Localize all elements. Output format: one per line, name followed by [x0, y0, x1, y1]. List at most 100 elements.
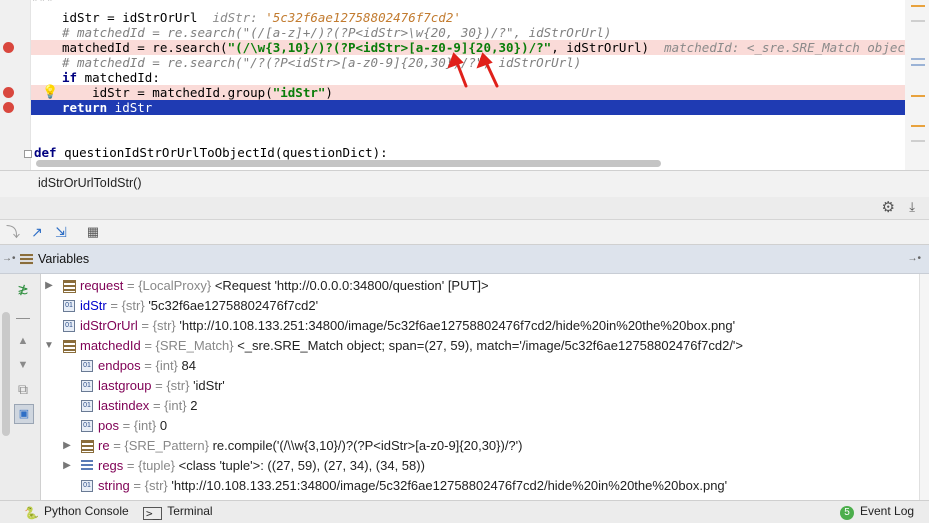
- code-line-return-current[interactable]: return idStr: [31, 100, 921, 115]
- code-editor[interactable]: """ idStr = idStrOrUrl idStr: '5c32f6ae1…: [0, 0, 929, 170]
- stripe-marker[interactable]: [911, 140, 925, 142]
- breadcrumb-function[interactable]: idStrOrUrlToIdStr(): [38, 176, 141, 190]
- code-line-comment-2[interactable]: # matchedId = re.search("/?(?P<idStr>[a-…: [31, 55, 911, 70]
- primitive-icon: 01: [81, 360, 93, 372]
- breakpoint-icon[interactable]: [3, 87, 14, 98]
- variable-value: 84: [181, 358, 196, 373]
- fold-marker-icon[interactable]: [24, 150, 32, 158]
- variable-type: = {int}: [144, 358, 178, 373]
- move-up-icon[interactable]: ▲: [14, 332, 32, 350]
- add-watch-icon[interactable]: ≵: [14, 280, 32, 298]
- code-line-search-breakpoint[interactable]: matchedId = re.search("(/\w{3,10}/)?(?P<…: [31, 40, 929, 55]
- variable-value: 'http://10.108.133.251:34800/image/5c32f…: [179, 318, 736, 333]
- python-icon: 🐍: [24, 506, 39, 520]
- variable-name: endpos: [98, 358, 141, 373]
- code-text-b: , idStrOrUrl): [551, 40, 650, 55]
- variable-type: = {str}: [133, 478, 168, 493]
- editor-error-stripe[interactable]: [905, 0, 929, 170]
- remove-watch-icon[interactable]: —: [14, 308, 32, 326]
- breakpoint-icon[interactable]: [3, 102, 14, 113]
- variable-entry: endpos = {int} 84: [98, 356, 196, 376]
- comment-text: # matchedId = re.search("/?(?P<idStr>[a-…: [62, 55, 582, 70]
- variable-type: = {SRE_Match}: [144, 338, 234, 353]
- event-log-label: Event Log: [860, 504, 915, 518]
- stripe-marker[interactable]: [911, 58, 925, 60]
- code-text-a: matchedId = re.search(: [62, 40, 228, 55]
- code-text-a: idStr = matchedId.group(: [62, 85, 273, 100]
- lightbulb-icon[interactable]: 💡: [42, 84, 58, 100]
- python-console-tab[interactable]: 🐍 Python Console: [24, 504, 129, 520]
- object-icon: [63, 280, 76, 293]
- variable-value: <class 'tuple'>: ((27, 59), (27, 34), (3…: [178, 458, 425, 473]
- variable-name: matchedId: [80, 338, 141, 353]
- variable-type: = {SRE_Pattern}: [113, 438, 209, 453]
- primitive-icon: 01: [81, 420, 93, 432]
- variable-value: <_sre.SRE_Match object; span=(27, 59), m…: [237, 338, 744, 353]
- variable-entry: string = {str} 'http://10.108.133.251:34…: [98, 476, 727, 496]
- inline-var-value: '5c32f6ae12758802476f7cd2': [265, 10, 461, 25]
- code-line-group-breakpoint[interactable]: idStr = matchedId.group("idStr"): [31, 85, 911, 100]
- primitive-icon: 01: [81, 480, 93, 492]
- event-count-badge: 5: [840, 506, 854, 520]
- step-into-icon[interactable]: ↗: [28, 223, 46, 241]
- code-line-if[interactable]: if matchedId:: [31, 70, 911, 85]
- debug-stepping-toolbar: ⤵ ↗ ⇲ ▦: [0, 220, 929, 245]
- variable-name: string: [98, 478, 130, 493]
- stripe-marker[interactable]: [911, 125, 925, 127]
- code-line-comment-1[interactable]: # matchedId = re.search("(/[a-z]+/)?(?P<…: [31, 25, 911, 40]
- step-over-icon[interactable]: ⤵: [4, 223, 22, 241]
- primitive-icon: 01: [63, 300, 75, 312]
- show-watches-icon[interactable]: ▣: [14, 404, 34, 424]
- variable-type: = {str}: [155, 378, 190, 393]
- variable-name: request: [80, 278, 124, 293]
- code-line-def[interactable]: def questionIdStrOrUrlToObjectId(questio…: [31, 145, 911, 160]
- variables-right-scrollbar[interactable]: [919, 274, 929, 500]
- inline-var-name: idStr:: [212, 10, 258, 25]
- variable-type: = {int}: [122, 418, 157, 433]
- editor-horizontal-scrollbar[interactable]: [36, 160, 661, 167]
- code-text: idStr: [107, 100, 153, 115]
- expand-arrow-icon[interactable]: ▶: [43, 276, 55, 296]
- code-line-assign-idstr[interactable]: idStr = idStrOrUrl idStr: '5c32f6ae12758…: [31, 10, 911, 25]
- variable-value: re.compile('(/\\w{3,10}/)?(?P<idStr>[a-z…: [212, 438, 523, 453]
- pin-left-icon[interactable]: →•: [2, 253, 16, 264]
- variable-value: 2: [190, 398, 198, 413]
- hide-panel-icon[interactable]: ⤓: [909, 199, 915, 215]
- variable-entry: pos = {int} 0: [98, 416, 167, 436]
- variable-value: 'idStr': [193, 378, 225, 393]
- editor-gutter[interactable]: [0, 0, 30, 170]
- stripe-marker[interactable]: [911, 5, 925, 7]
- variable-type: = {str}: [141, 318, 176, 333]
- code-text: questionIdStrOrUrlToObjectId(questionDic…: [56, 145, 388, 160]
- step-into-my-code-icon[interactable]: ⇲: [52, 223, 70, 241]
- pin-right-icon[interactable]: →•: [907, 253, 921, 264]
- breakpoint-icon[interactable]: [3, 42, 14, 53]
- copy-icon[interactable]: ⧉: [14, 380, 32, 398]
- code-line-docstring[interactable]: """: [31, 0, 911, 9]
- variable-name: idStrOrUrl: [80, 318, 138, 333]
- expand-arrow-icon[interactable]: ▶: [61, 436, 73, 456]
- object-icon: [81, 440, 94, 453]
- stripe-marker[interactable]: [911, 20, 925, 22]
- variable-value: 0: [159, 418, 168, 433]
- variables-left-scrollbar[interactable]: [2, 312, 10, 436]
- move-down-icon[interactable]: ▼: [14, 356, 32, 374]
- variable-name: idStr: [80, 298, 107, 313]
- stripe-marker[interactable]: [911, 64, 925, 66]
- variables-title: Variables: [38, 252, 90, 266]
- gear-icon[interactable]: ⚙: [882, 198, 895, 216]
- collapse-arrow-icon[interactable]: ▼: [43, 336, 55, 356]
- event-log-tab[interactable]: 5 Event Log: [840, 504, 914, 520]
- evaluate-expression-icon[interactable]: ▦: [84, 223, 102, 241]
- expand-arrow-icon[interactable]: ▶: [61, 456, 73, 476]
- tuple-icon: [81, 460, 93, 472]
- terminal-tab[interactable]: >_ Terminal: [143, 504, 213, 520]
- variables-tree[interactable]: ▶ request = {LocalProxy} <Request 'http:/…: [41, 274, 919, 500]
- keyword-return: return: [62, 100, 108, 115]
- stripe-marker[interactable]: [911, 95, 925, 97]
- code-text-b: ): [325, 85, 333, 100]
- breadcrumb[interactable]: idStrOrUrlToIdStr(): [0, 170, 929, 198]
- code-text: idStr = idStrOrUrl: [62, 10, 198, 25]
- variable-name: pos: [98, 418, 119, 433]
- variable-name: regs: [98, 458, 124, 473]
